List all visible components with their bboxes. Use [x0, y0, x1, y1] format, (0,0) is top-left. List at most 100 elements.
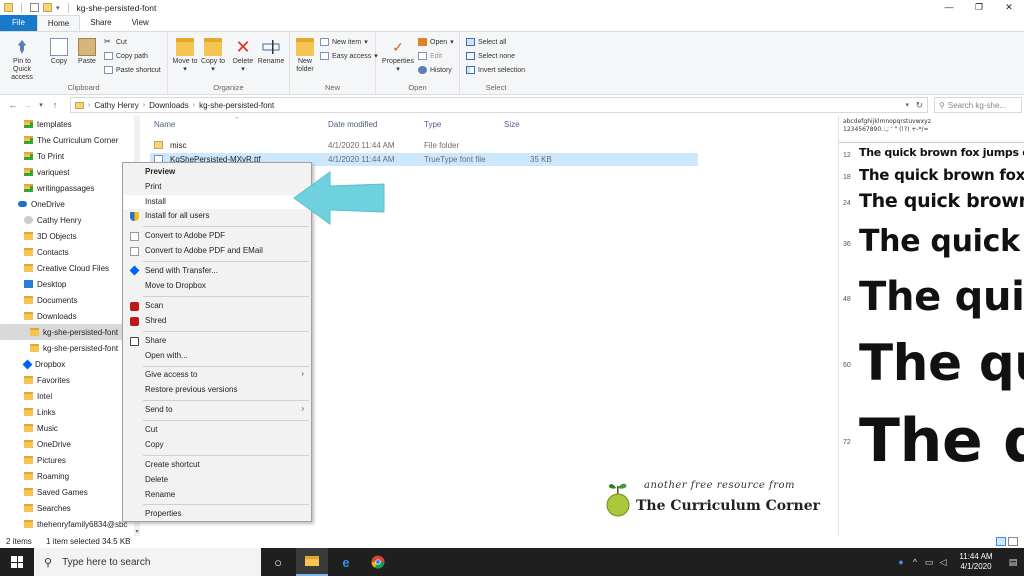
network-icon[interactable]: ▭ [922, 557, 936, 568]
up-arrow-icon[interactable]: ↑ [48, 100, 62, 110]
column-header-type[interactable]: Type [424, 120, 441, 129]
menu-item-shred[interactable]: Shred [124, 314, 310, 328]
nav-item[interactable]: Intel [0, 388, 140, 404]
nav-item[interactable]: Cathy Henry [0, 212, 140, 228]
taskbar-search[interactable]: ⚲ Type here to search [34, 548, 261, 576]
menu-item-preview[interactable]: Preview [124, 165, 310, 179]
nav-item[interactable]: Contacts [0, 244, 140, 260]
recent-chevron-icon[interactable]: ▾ [34, 101, 48, 109]
cut-button[interactable]: ✂ Cut [104, 38, 127, 46]
close-button[interactable]: ✕ [994, 0, 1024, 15]
file-row[interactable]: misc 4/1/2020 11:44 AM File folder [150, 139, 698, 152]
nav-item[interactable]: kg-she-persisted-font [0, 340, 140, 356]
breadcrumb-downloads[interactable]: Downloads [149, 101, 189, 110]
column-header-date-modified[interactable]: Date modified [328, 120, 377, 129]
new-item-button[interactable]: New item ▾ [320, 38, 368, 46]
menu-item-scan[interactable]: Scan [124, 299, 310, 313]
large-icons-view-icon[interactable] [1008, 537, 1018, 546]
address-bar[interactable]: › Cathy Henry › Downloads › kg-she-persi… [70, 97, 928, 113]
new-folder-button[interactable]: New folder [292, 38, 318, 74]
chevron-down-icon[interactable]: ▾ [56, 4, 60, 12]
task-view-icon[interactable]: ○ [262, 548, 294, 576]
menu-item-properties[interactable]: Properties [124, 507, 310, 521]
volume-icon[interactable]: ◁ [936, 557, 950, 568]
pin-to-quick-access-button[interactable]: Pin to Quick access [4, 38, 40, 82]
menu-item-convert-to-adobe-pdf[interactable]: Convert to Adobe PDF [124, 229, 310, 243]
menu-item-give-access-to[interactable]: Give access to › [124, 368, 310, 382]
nav-item[interactable]: Searches [0, 500, 140, 516]
menu-item-open-with[interactable]: Open with... [124, 349, 310, 363]
column-header-name[interactable]: Name [154, 120, 175, 129]
invert-selection-button[interactable]: Invert selection [466, 66, 525, 74]
nav-item[interactable]: Creative Cloud Files [0, 260, 140, 276]
menu-item-convert-to-adobe-pdf-and-email[interactable]: Convert to Adobe PDF and EMail [124, 244, 310, 258]
nav-item[interactable]: templates [0, 116, 140, 132]
paste-button[interactable]: Paste [74, 38, 100, 66]
scroll-down-icon[interactable]: ▾ [134, 528, 140, 536]
nav-item[interactable]: thehenryfamily6834@sbc [0, 516, 140, 532]
menu-item-restore-previous-versions[interactable]: Restore previous versions [124, 383, 310, 397]
nav-item[interactable]: Favorites [0, 372, 140, 388]
column-header-size[interactable]: Size [504, 120, 520, 129]
nav-item[interactable]: Roaming [0, 468, 140, 484]
tray-app-icon[interactable]: ● [894, 557, 908, 567]
tab-view[interactable]: View [122, 15, 159, 31]
menu-item-cut[interactable]: Cut [124, 423, 310, 437]
nav-item[interactable]: kg-she-persisted-font [0, 324, 140, 340]
history-button[interactable]: History [418, 66, 452, 74]
menu-item-share[interactable]: Share [124, 334, 310, 348]
nav-item[interactable]: OneDrive [0, 436, 140, 452]
menu-item-delete[interactable]: Delete [124, 473, 310, 487]
nav-item[interactable]: Dropbox [0, 356, 140, 372]
notifications-icon[interactable]: ▤ [1002, 557, 1024, 568]
nav-item[interactable]: Saved Games [0, 484, 140, 500]
menu-item-copy[interactable]: Copy [124, 438, 310, 452]
nav-item[interactable]: The Curriculum Corner [0, 132, 140, 148]
forward-arrow-icon[interactable]: → [20, 100, 34, 110]
edit-button[interactable]: Edit [418, 52, 442, 60]
menu-item-install-for-all-users[interactable]: Install for all users [124, 209, 310, 223]
nav-item[interactable]: variquest [0, 164, 140, 180]
nav-item[interactable]: To Print [0, 148, 140, 164]
nav-item[interactable]: Pictures [0, 452, 140, 468]
select-all-button[interactable]: Select all [466, 38, 506, 46]
new-folder-icon[interactable] [43, 3, 52, 12]
paste-shortcut-button[interactable]: Paste shortcut [104, 66, 161, 74]
back-arrow-icon[interactable]: ← [6, 100, 20, 110]
file-explorer-taskbar-icon[interactable] [296, 548, 328, 576]
maximize-button[interactable]: ❐ [964, 0, 994, 15]
menu-item-print[interactable]: Print [124, 180, 310, 194]
copy-path-button[interactable]: Copy path [104, 52, 148, 60]
nav-item[interactable]: Documents [0, 292, 140, 308]
minimize-button[interactable]: — [934, 0, 964, 15]
menu-item-send-to[interactable]: Send to › [124, 403, 310, 417]
easy-access-button[interactable]: Easy access ▾ [320, 52, 378, 60]
address-dropdown-icon[interactable]: ▾ [905, 101, 909, 109]
copy-button[interactable]: Copy [46, 38, 72, 66]
properties-button[interactable]: ✓ Properties ▾ [380, 38, 416, 74]
menu-item-create-shortcut[interactable]: Create shortcut [124, 458, 310, 472]
properties-icon[interactable] [30, 3, 39, 12]
nav-item[interactable]: Desktop [0, 276, 140, 292]
menu-item-rename[interactable]: Rename [124, 488, 310, 502]
tray-chevron-icon[interactable]: ^ [908, 557, 922, 567]
select-none-button[interactable]: Select none [466, 52, 515, 60]
move-to-button[interactable]: Move to ▾ [172, 38, 198, 74]
search-input[interactable]: ⚲ Search kg-she... [934, 97, 1022, 113]
start-button[interactable] [0, 548, 34, 576]
menu-item-move-to-dropbox[interactable]: Move to Dropbox [124, 279, 310, 293]
nav-item[interactable]: OneDrive [0, 196, 140, 212]
tab-share[interactable]: Share [80, 15, 121, 31]
open-button[interactable]: Open ▾ [418, 38, 454, 46]
nav-item[interactable]: Downloads [0, 308, 140, 324]
chrome-taskbar-icon[interactable] [362, 548, 394, 576]
details-view-icon[interactable] [996, 537, 1006, 546]
nav-item[interactable]: Music [0, 420, 140, 436]
tab-file[interactable]: File [0, 15, 37, 31]
nav-item[interactable]: writingpassages [0, 180, 140, 196]
rename-button[interactable]: Rename [256, 38, 286, 66]
nav-item[interactable]: Links [0, 404, 140, 420]
breadcrumb-kg-she-persisted-font[interactable]: kg-she-persisted-font [199, 101, 274, 110]
breadcrumb-cathy-henry[interactable]: Cathy Henry [94, 101, 138, 110]
refresh-icon[interactable]: ↻ [915, 100, 923, 111]
